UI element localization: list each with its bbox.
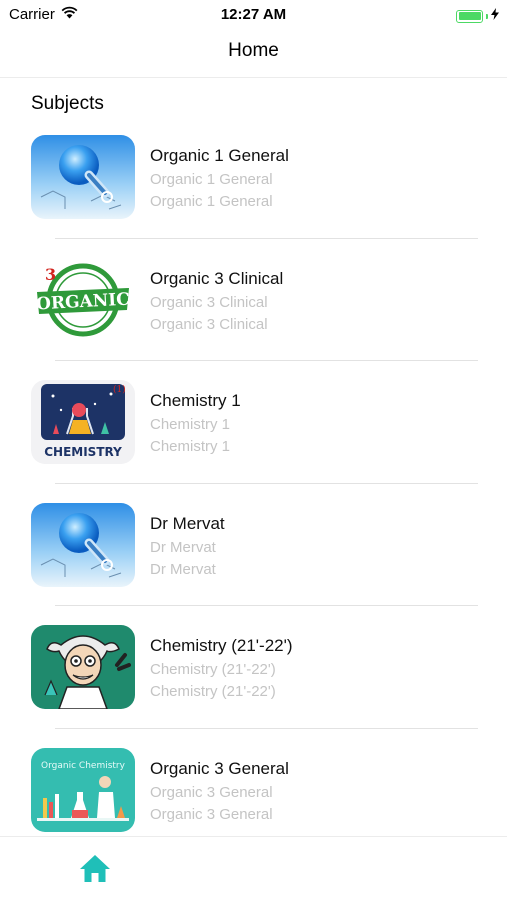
status-time: 12:27 AM (220, 6, 287, 23)
subject-subtitle: Organic 1 General (150, 171, 273, 188)
mad-scientist-thumbnail (31, 625, 135, 709)
chemistry-lab-thumbnail: CHEMISTRY (1) (31, 380, 135, 464)
organic-stamp-thumbnail: ORGANIC 3 (31, 257, 135, 342)
page-title: Home (228, 40, 279, 61)
subject-title: Chemistry (21'-22') (150, 636, 293, 655)
thumbnail-badge: (1) (113, 384, 126, 395)
subject-row-chemistry-1[interactable]: CHEMISTRY (1) Chemistry 1 Chemistry 1 Ch… (0, 368, 507, 491)
row-divider (55, 605, 478, 606)
subject-subtitle: Dr Mervat (150, 538, 216, 556)
subject-row-dr-mervat[interactable]: Dr Mervat Dr Mervat Dr Mervat (0, 491, 507, 614)
row-divider (55, 727, 478, 729)
row-divider (55, 237, 478, 239)
battery-nub (486, 13, 488, 19)
subject-subtitle: Chemistry 1 (150, 416, 231, 433)
subject-title: Organic 3 Clinical (150, 268, 284, 288)
svg-text:3: 3 (45, 265, 56, 284)
charging-bolt-icon (491, 7, 499, 25)
subject-title: Dr Mervat (150, 513, 225, 533)
subjects-list: Organic 1 General Organic 1 General Orga… (0, 123, 507, 858)
row-divider (55, 360, 478, 361)
organic-chemistry-thumbnail: Organic Chemistry (31, 747, 135, 832)
subject-title: Chemistry 1 (150, 391, 241, 410)
subject-row-organic-3-clinical[interactable]: ORGANIC 3 Organic 3 Clinical Organic 3 C… (0, 246, 507, 369)
home-icon (78, 855, 112, 889)
subject-subtitle: Organic 3 Clinical (150, 293, 268, 311)
subject-detail: Organic 3 Clinical (150, 315, 268, 333)
subject-detail: Chemistry (21'-22') (150, 683, 276, 700)
flask-thumbnail (31, 502, 135, 587)
battery-fill (458, 12, 481, 20)
status-bar: Carrier 12:27 AM (0, 0, 507, 28)
tab-bar (0, 836, 507, 900)
subject-detail: Chemistry 1 (150, 438, 231, 455)
battery-indicator (456, 7, 499, 25)
tab-home[interactable] (78, 851, 112, 885)
thumbnail-text: CHEMISTRY (44, 445, 122, 459)
subject-subtitle: Chemistry (21'-22') (150, 661, 276, 678)
subject-row-organic-1-general[interactable]: Organic 1 General Organic 1 General Orga… (0, 123, 507, 246)
subject-detail: Organic 1 General (150, 193, 273, 210)
navigation-bar: Home (0, 28, 507, 78)
row-divider (55, 482, 478, 484)
thumbnail-text: Organic Chemistry (41, 761, 126, 771)
subject-detail: Dr Mervat (150, 560, 216, 578)
subject-title: Organic 1 General (150, 146, 289, 165)
subject-subtitle: Organic 3 General (150, 783, 273, 801)
battery-icon (456, 9, 483, 23)
subject-title: Organic 3 General (150, 758, 289, 778)
section-title-subjects: Subjects (31, 93, 104, 114)
subject-row-chemistry-21-22[interactable]: Chemistry (21'-22') Chemistry (21'-22') … (0, 613, 507, 736)
subject-detail: Organic 3 General (150, 805, 273, 823)
flask-thumbnail (31, 135, 135, 219)
